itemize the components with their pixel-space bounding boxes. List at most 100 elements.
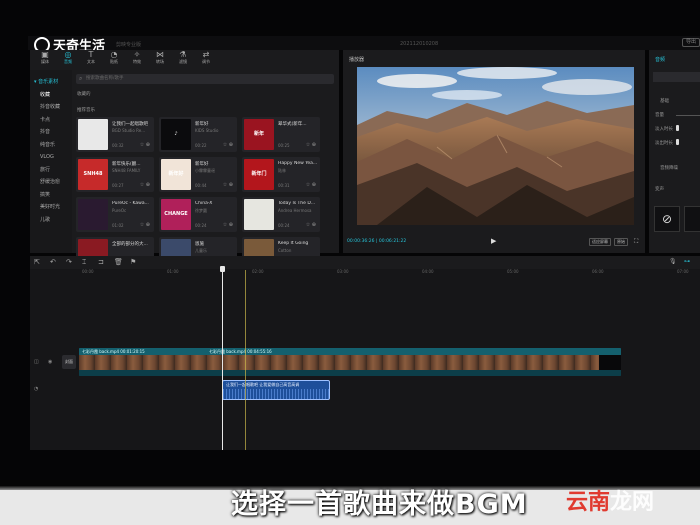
- tool-0[interactable]: ▣ 媒体: [38, 50, 52, 68]
- song-artist: 陆林: [278, 168, 286, 173]
- song-title: China-X: [195, 201, 213, 206]
- no-effect-icon[interactable]: ⊘: [654, 206, 680, 232]
- cover-button[interactable]: 封面: [62, 355, 76, 369]
- music-item[interactable]: 新年好 新年好 小霖霖童谣 00:44 ☆ ⊕: [159, 157, 237, 192]
- sidebar-item[interactable]: 舒缓治愈: [30, 176, 72, 189]
- timecode: 00:00:36:26 | 00:06:21:22: [347, 239, 407, 244]
- sidebar-item[interactable]: 搞笑: [30, 189, 72, 202]
- video-thumbnails: [79, 355, 621, 370]
- timeline-tool-icon[interactable]: ⌶: [82, 258, 86, 267]
- audio-track-icon[interactable]: ◔: [34, 386, 38, 392]
- audio-waveform: [223, 389, 329, 399]
- fade-out-label: 淡出时长: [655, 141, 673, 146]
- song-artist: 徐梦圆: [195, 208, 207, 213]
- watermark-white: 龙网: [610, 490, 655, 515]
- album-cover: [244, 199, 274, 230]
- favorite-add-icon[interactable]: ☆ ⊕: [140, 142, 150, 148]
- recent-label: 收藏的: [77, 92, 91, 97]
- tool-4[interactable]: ✧ 特效: [130, 50, 144, 68]
- sidebar-item[interactable]: 抖音收藏: [30, 101, 72, 114]
- tool-icon: ✧: [133, 50, 141, 59]
- video-clip[interactable]: 七彩丹霞 back.mp4 00:01:20:15 七彩丹霞 back.mp4 …: [79, 348, 621, 376]
- playhead[interactable]: [222, 268, 223, 450]
- app-name: 剪映专业版: [116, 42, 142, 48]
- tool-icon: T: [88, 50, 94, 59]
- play-button[interactable]: ▶: [491, 237, 496, 245]
- tool-3[interactable]: ◔ 贴纸: [107, 50, 121, 68]
- timeline-tool-icon[interactable]: ⇱: [34, 258, 40, 266]
- volume-slider[interactable]: [676, 115, 700, 116]
- sidebar-item[interactable]: VLOG: [30, 151, 72, 164]
- tool-5[interactable]: ⋈ 转场: [153, 50, 167, 68]
- library-label: 推荐音乐: [77, 108, 95, 113]
- watermark: 云南龙网: [566, 484, 654, 516]
- music-item[interactable]: SNH48 新年快乐(翻... SNH48 FAMILY 00:27 ☆ ⊕: [76, 157, 154, 192]
- timeline-tool-icon[interactable]: ↶: [50, 258, 56, 266]
- video-preview[interactable]: [357, 67, 634, 225]
- favorite-add-icon[interactable]: ☆ ⊕: [140, 222, 150, 228]
- sidebar-item[interactable]: 抖音: [30, 126, 72, 139]
- properties-tab[interactable]: 音频: [655, 56, 665, 63]
- tool-6[interactable]: ⚗ 滤镜: [176, 50, 190, 68]
- properties-subtab[interactable]: [653, 72, 700, 82]
- search-input[interactable]: 搜索歌曲名称/歌手: [76, 74, 334, 84]
- original-ratio-button[interactable]: 原始: [614, 238, 628, 246]
- fade-out-knob[interactable]: [676, 139, 679, 145]
- tool-label: 调节: [202, 59, 210, 64]
- song-artist: 儿童乐: [195, 248, 207, 253]
- sidebar-item[interactable]: 纯音乐: [30, 139, 72, 152]
- song-title: Keep It Going: [278, 241, 309, 246]
- video-clip-label-1: 七彩丹霞 back.mp4 00:01:20:15: [79, 348, 621, 355]
- timeline-tool-icon[interactable]: ↷: [66, 258, 72, 266]
- sidebar-item[interactable]: 收藏: [30, 89, 72, 102]
- favorite-add-icon[interactable]: ☆ ⊕: [140, 182, 150, 188]
- favorite-add-icon[interactable]: ☆ ⊕: [223, 142, 233, 148]
- tool-label: 滤镜: [179, 59, 187, 64]
- mic-icon[interactable]: 🎙: [669, 258, 677, 265]
- voice-change-label: 变声: [655, 187, 664, 192]
- music-item[interactable]: 新年门 Happy New Yea... 陆林 00:31 ☆ ⊕: [242, 157, 320, 192]
- timeline-tool-icon[interactable]: ⊐: [98, 258, 104, 266]
- audio-clip[interactable]: 让我们一起唱歌吧 让我爱做自己高音高调: [222, 380, 330, 400]
- voice-effect-option[interactable]: [684, 206, 700, 232]
- sidebar-item[interactable]: 儿歌: [30, 214, 72, 227]
- timeline-tool-icon[interactable]: ⚑: [130, 258, 136, 266]
- watermark-red: 云南: [566, 490, 611, 515]
- tool-1[interactable]: ◎ 音频: [61, 50, 75, 68]
- sidebar-header[interactable]: ▾ 音乐素材: [30, 76, 72, 89]
- music-item[interactable]: 让我们一起唱歌吧 BGD Studio Re... 00:32 ☆ ⊕: [76, 117, 154, 152]
- favorite-add-icon[interactable]: ☆ ⊕: [306, 142, 316, 148]
- sidebar-item[interactable]: 美好时光: [30, 201, 72, 214]
- link-toggle-icon[interactable]: ⊶: [684, 258, 690, 265]
- favorite-add-icon[interactable]: ☆ ⊕: [306, 182, 316, 188]
- tool-label: 特效: [133, 59, 141, 64]
- ruler-tick: 03:00: [337, 269, 349, 274]
- fade-in-label: 淡入时长: [655, 127, 673, 132]
- music-item[interactable]: ♪ 新年好 KIDS Studio 00:22 ☆ ⊕: [159, 117, 237, 152]
- album-cover: [78, 119, 108, 150]
- song-duration: 00:22: [195, 143, 207, 148]
- playhead-handle[interactable]: [220, 266, 225, 272]
- fade-in-knob[interactable]: [676, 125, 679, 131]
- track-lock-icon[interactable]: ◫: [34, 359, 39, 365]
- music-item[interactable]: PureOc - Kawa... PureOc 01:02 ☆ ⊕: [76, 197, 154, 232]
- project-name: 202112010208: [400, 41, 439, 47]
- favorite-add-icon[interactable]: ☆ ⊕: [223, 182, 233, 188]
- music-item[interactable]: Today Is The D... Andrea Hermosa 00:24 ☆ ⊕: [242, 197, 320, 232]
- music-item[interactable]: CHANGE China-X 徐梦圆 00:24 ☆ ⊕: [159, 197, 237, 232]
- music-item[interactable]: 新年 翠华式(新年... 00:25 ☆ ⊕: [242, 117, 320, 152]
- sidebar-item[interactable]: 卡点: [30, 114, 72, 127]
- track-visibility-icon[interactable]: ◉: [48, 359, 52, 365]
- fullscreen-icon[interactable]: ⛶: [634, 238, 638, 246]
- favorite-add-icon[interactable]: ☆ ⊕: [306, 222, 316, 228]
- song-title: 新年好: [195, 122, 209, 127]
- song-duration: 01:02: [112, 223, 124, 228]
- album-cover: [78, 199, 108, 230]
- tool-7[interactable]: ⇄ 调节: [199, 50, 213, 68]
- export-button[interactable]: 导出: [682, 38, 700, 47]
- sidebar-item[interactable]: 旅行: [30, 164, 72, 177]
- favorite-add-icon[interactable]: ☆ ⊕: [223, 222, 233, 228]
- fit-screen-button[interactable]: 适应屏幕: [589, 238, 611, 246]
- timeline-tool-icon[interactable]: 🗑: [114, 258, 123, 266]
- tool-2[interactable]: T 文本: [84, 50, 98, 68]
